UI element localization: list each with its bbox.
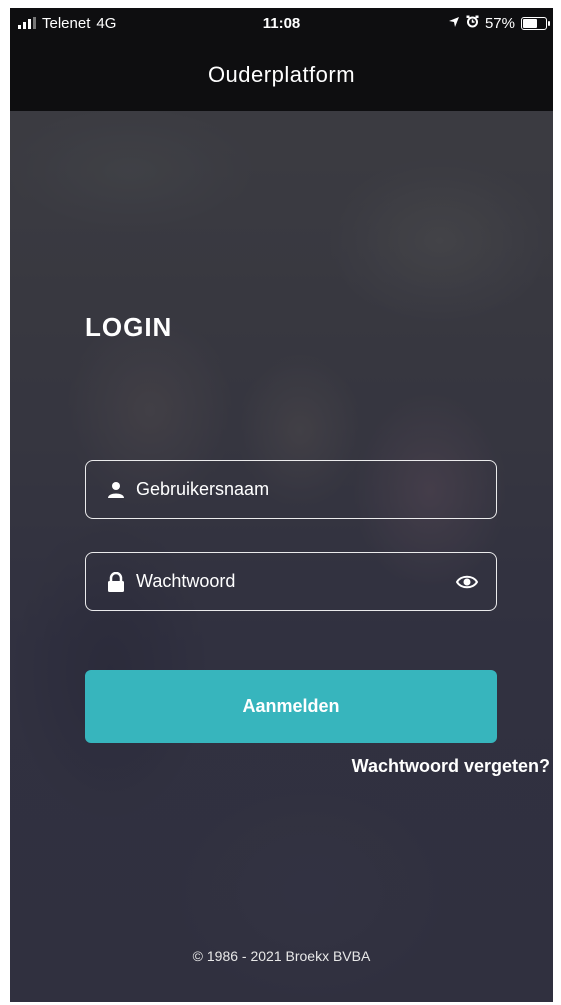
lock-icon bbox=[106, 571, 126, 592]
password-field[interactable] bbox=[85, 552, 497, 611]
login-form: LOGIN Aanmelden Wachtwoord vergeten? © 1… bbox=[10, 8, 553, 1002]
username-field[interactable] bbox=[85, 460, 497, 519]
login-button[interactable]: Aanmelden bbox=[85, 670, 497, 743]
login-heading: LOGIN bbox=[85, 312, 173, 342]
forgot-password-link[interactable]: Wachtwoord vergeten? bbox=[352, 756, 550, 777]
show-password-eye-icon[interactable] bbox=[456, 572, 478, 592]
user-icon bbox=[106, 480, 126, 500]
app-screen: Telenet 4G 11:08 57% Ouderplatform LOGIN bbox=[10, 8, 553, 1002]
copyright-footer: © 1986 - 2021 Broekx BVBA bbox=[192, 948, 371, 964]
password-input[interactable] bbox=[136, 571, 426, 592]
username-input[interactable] bbox=[136, 479, 426, 500]
